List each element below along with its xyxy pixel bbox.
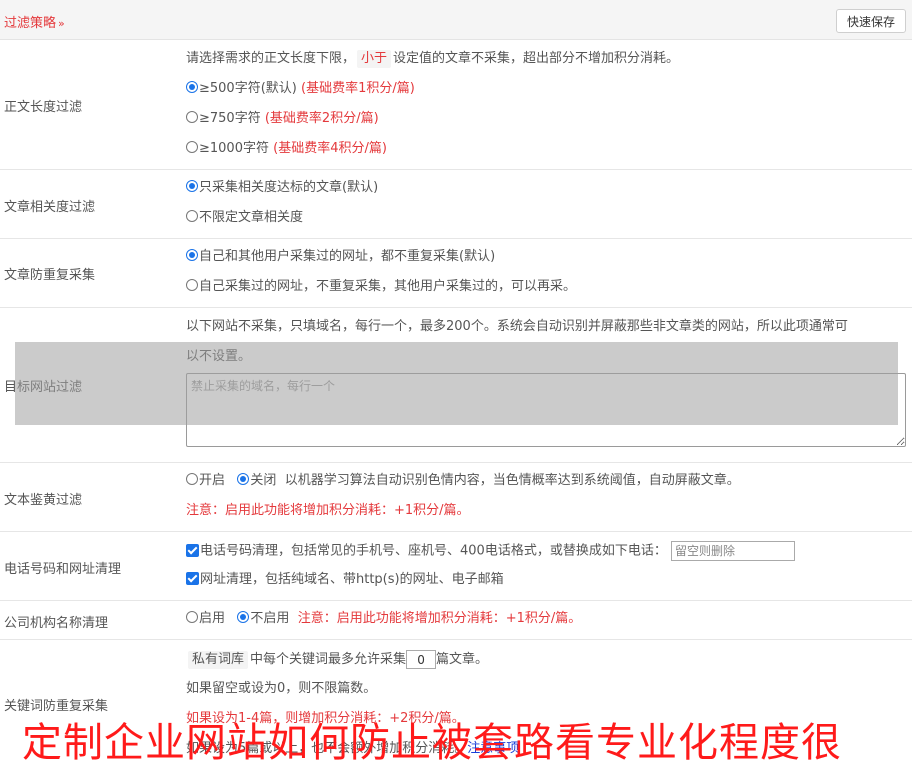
length-option-1000[interactable]: ≥1000字符 (基础费率4积分/篇) bbox=[186, 140, 387, 158]
option-label: 自己和其他用户采集过的网址，都不重复采集(默认) bbox=[199, 249, 496, 264]
replacement-phone-input[interactable] bbox=[670, 541, 795, 561]
option-note: (基础费率1积分/篇) bbox=[301, 81, 415, 96]
dedupe-option-self[interactable]: 自己采集过的网址，不重复采集，其他用户采集过的，可以再采。 bbox=[186, 278, 576, 296]
desc-text: 设定值的文章不采集，超出部分不增加积分消耗。 bbox=[393, 51, 680, 66]
max-articles-input[interactable] bbox=[406, 650, 437, 669]
desc-text: 中每个关键词最多允许采集 bbox=[250, 652, 407, 667]
row-label: 目标网站过滤 bbox=[4, 380, 83, 395]
relevance-option-unlimited[interactable]: 不限定文章相关度 bbox=[186, 209, 303, 227]
quick-save-button[interactable]: 快速保存 bbox=[836, 9, 906, 33]
chevron-down-icon: » bbox=[58, 17, 65, 30]
row-length-filter: 正文长度过滤 请选择需求的正文长度下限， 小于 设定值的文章不采集，超出部分不增加积… bbox=[0, 40, 912, 170]
row-porn-filter: 文本鉴黄过滤 开启 关闭 以机器学习算法自动识别色情内容，当色情概率达到系统阈值… bbox=[0, 463, 912, 532]
less-than-tag: 小于 bbox=[357, 50, 392, 68]
radio-icon[interactable] bbox=[186, 141, 198, 153]
radio-icon[interactable] bbox=[186, 611, 198, 623]
option-label: 电话号码清理，包括常见的手机号、座机号、400电话格式，或替换成如下电话： bbox=[200, 543, 667, 559]
site-desc-line2: 以不设置。 bbox=[186, 349, 252, 364]
option-note: (基础费率4积分/篇) bbox=[273, 141, 387, 156]
radio-icon[interactable] bbox=[186, 180, 198, 192]
radio-icon[interactable] bbox=[186, 473, 198, 485]
option-label: 自己采集过的网址，不重复采集，其他用户采集过的，可以再采。 bbox=[199, 279, 577, 294]
length-option-500[interactable]: ≥500字符(默认) (基础费率1积分/篇) bbox=[186, 80, 415, 98]
option-label: 开启 bbox=[199, 473, 226, 488]
radio-icon[interactable] bbox=[237, 611, 250, 623]
row-label: 文章防重复采集 bbox=[4, 268, 96, 283]
option-note: (基础费率2积分/篇) bbox=[264, 111, 379, 126]
url-clean-option: 网址清理，包括纯域名、带http(s)的网址、电子邮箱 bbox=[186, 571, 504, 589]
porn-on-option[interactable]: 开启 bbox=[186, 473, 225, 488]
option-label: 不启用 bbox=[250, 611, 290, 626]
porn-filter-options: 开启 关闭 以机器学习算法自动识别色情内容，当色情概率达到系统阈值，自动屏蔽文章… bbox=[186, 472, 740, 490]
length-description: 请选择需求的正文长度下限， 小于 设定值的文章不采集，超出部分不增加积分消耗。 bbox=[186, 50, 679, 68]
row-label: 文章相关度过滤 bbox=[4, 200, 96, 215]
org-note: 注意：启用此功能将增加积分消耗：+1积分/篇。 bbox=[297, 611, 582, 626]
filter-strategy-label: 过滤策略 bbox=[4, 16, 57, 31]
radio-icon[interactable] bbox=[186, 81, 198, 93]
private-lexicon-tag[interactable]: 私有词库 bbox=[188, 651, 249, 669]
porn-desc: 以机器学习算法自动识别色情内容，当色情概率达到系统阈值，自动屏蔽文章。 bbox=[284, 473, 740, 488]
row-org-clean: 公司机构名称清理 启用 不启用 注意：启用此功能将增加积分消耗：+1积分/篇。 bbox=[0, 601, 912, 640]
row-label: 正文长度过滤 bbox=[4, 100, 83, 115]
row-phone-url: 电话号码和网址清理 电话号码清理，包括常见的手机号、座机号、400电话格式，或替… bbox=[0, 532, 912, 601]
dedupe-option-all[interactable]: 自己和其他用户采集过的网址，都不重复采集(默认) bbox=[186, 248, 495, 266]
blocked-domains-textarea[interactable] bbox=[186, 373, 906, 447]
filter-strategy-title[interactable]: 过滤策略» bbox=[4, 12, 65, 31]
length-option-750[interactable]: ≥750字符 (基础费率2积分/篇) bbox=[186, 110, 379, 128]
option-label: ≥750字符 bbox=[199, 111, 261, 126]
row-label: 公司机构名称清理 bbox=[4, 616, 109, 631]
option-label: ≥1000字符 bbox=[199, 141, 269, 156]
row-relevance-filter: 文章相关度过滤 只采集相关度达标的文章(默认) 不限定文章相关度 bbox=[0, 170, 912, 239]
porn-off-option[interactable]: 关闭 bbox=[237, 473, 276, 488]
row-dedupe: 文章防重复采集 自己和其他用户采集过的网址，都不重复采集(默认) 自己采集过的网… bbox=[0, 239, 912, 308]
option-label: 网址清理，包括纯域名、带http(s)的网址、电子邮箱 bbox=[200, 572, 504, 587]
relevance-option-required[interactable]: 只采集相关度达标的文章(默认) bbox=[186, 179, 378, 197]
porn-note: 注意：启用此功能将增加积分消耗：+1积分/篇。 bbox=[186, 503, 470, 518]
option-label: 启用 bbox=[199, 611, 226, 626]
phone-checkbox[interactable] bbox=[186, 543, 199, 557]
url-checkbox[interactable] bbox=[186, 572, 199, 585]
option-label: 不限定文章相关度 bbox=[199, 210, 304, 225]
org-off-option[interactable]: 不启用 bbox=[237, 611, 289, 626]
radio-icon[interactable] bbox=[186, 279, 198, 291]
radio-icon[interactable] bbox=[186, 111, 198, 123]
desc-text: 篇文章。 bbox=[436, 652, 489, 667]
radio-icon[interactable] bbox=[186, 249, 198, 261]
option-label: 只采集相关度达标的文章(默认) bbox=[199, 180, 379, 195]
phone-clean-option: 电话号码清理，包括常见的手机号、座机号、400电话格式，或替换成如下电话： bbox=[186, 541, 795, 561]
row-label: 电话号码和网址清理 bbox=[4, 562, 122, 577]
row-label: 文本鉴黄过滤 bbox=[4, 493, 83, 508]
radio-icon[interactable] bbox=[186, 210, 198, 222]
option-label: 关闭 bbox=[250, 473, 277, 488]
watermark-banner: 定制企业网站如何防止被套路看专业化程度很 bbox=[22, 720, 842, 766]
radio-icon[interactable] bbox=[237, 473, 250, 485]
section-header: 过滤策略» 快速保存 bbox=[0, 0, 912, 40]
org-clean-options: 启用 不启用 注意：启用此功能将增加积分消耗：+1积分/篇。 bbox=[186, 610, 581, 628]
site-desc-line1: 以下网站不采集，只填域名，每行一个，最多200个。系统会自动识别并屏蔽那些非文章… bbox=[186, 319, 848, 334]
org-on-option[interactable]: 启用 bbox=[186, 611, 225, 626]
desc-text: 请选择需求的正文长度下限， bbox=[186, 51, 356, 66]
keyword-limit-line: 私有词库中每个关键词最多允许采集 篇文章。 bbox=[186, 650, 488, 669]
option-label: ≥500字符(默认) bbox=[199, 81, 297, 96]
keyword-line2: 如果留空或设为0，则不限篇数。 bbox=[186, 681, 377, 696]
row-label: 关键词防重复采集 bbox=[4, 699, 109, 714]
